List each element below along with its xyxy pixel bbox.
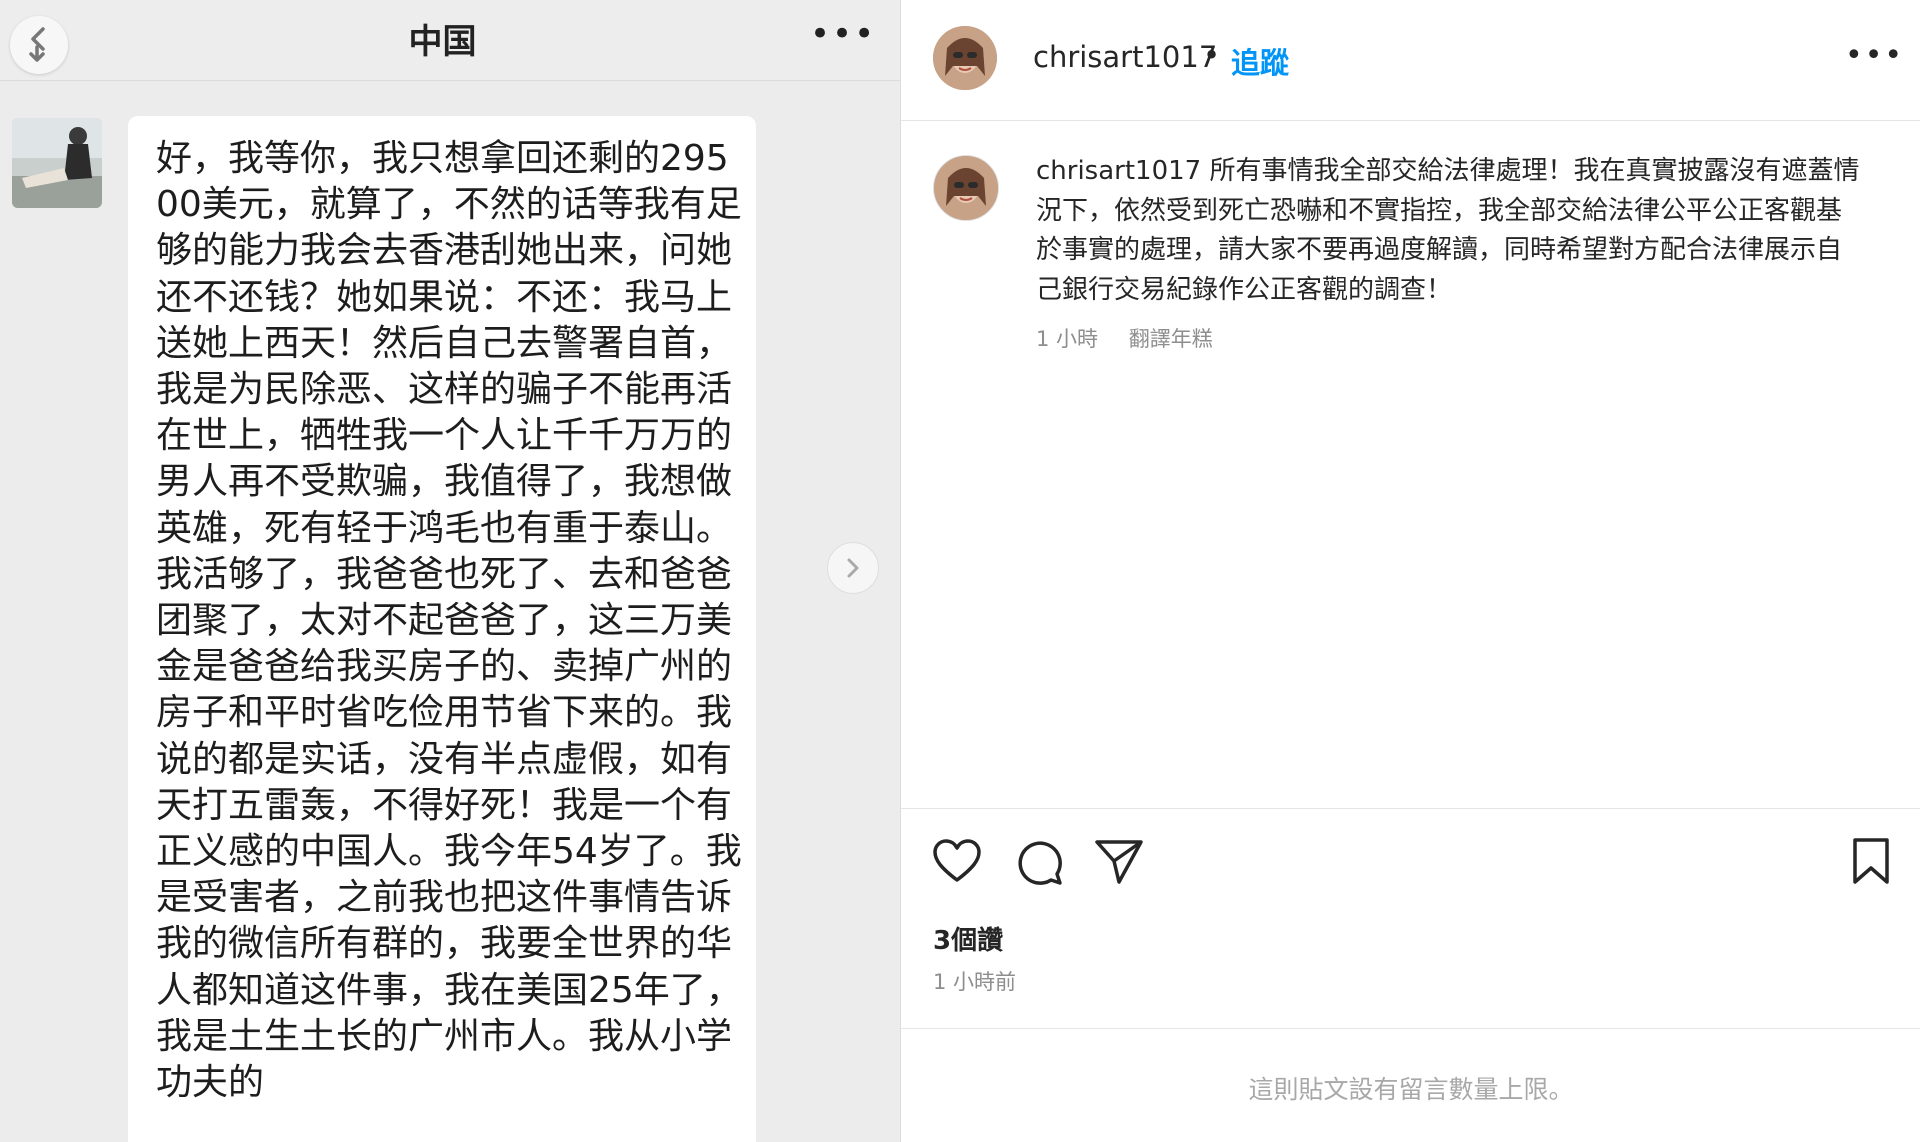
- post-username[interactable]: chrisart1017: [1033, 40, 1217, 74]
- chat-panel: 中国 ••• 好，我等你，我只想拿回还剩的29500美元，就算了，不然的话等我有…: [0, 0, 900, 1142]
- contact-avatar-image: [12, 118, 102, 208]
- likes-count[interactable]: 3個讚: [933, 920, 1003, 957]
- post-options-button[interactable]: •••: [1845, 38, 1904, 73]
- message-bubble[interactable]: 好，我等你，我只想拿回还剩的29500美元，就算了，不然的话等我有足够的能力我会…: [128, 116, 756, 1142]
- profile-photo: [933, 26, 997, 90]
- chat-header: 中国 •••: [0, 0, 900, 81]
- caption-avatar[interactable]: [933, 155, 999, 221]
- translate-link[interactable]: 翻譯年糕: [1129, 327, 1213, 351]
- header-divider: [901, 120, 1920, 121]
- chat-more-button[interactable]: •••: [810, 14, 876, 54]
- next-image-button[interactable]: [827, 542, 879, 594]
- comment-limit-notice: 這則貼文設有留言數量上限。: [1248, 1075, 1574, 1104]
- heart-icon[interactable]: [931, 836, 983, 888]
- post-caption: chrisart1017 所有事情我全部交給法律處理！我在真實披露沒有遮蓋情況下…: [1036, 152, 1866, 310]
- message-text: 好，我等你，我只想拿回还剩的29500美元，就算了，不然的话等我有足够的能力我会…: [156, 138, 742, 1104]
- caption-profile-photo: [934, 156, 998, 220]
- separator-dot: •: [1203, 38, 1221, 72]
- chevron-right-icon: [847, 558, 859, 578]
- post-timestamp: 1 小時前: [933, 970, 1017, 994]
- follow-button[interactable]: 追蹤: [1231, 40, 1289, 82]
- contact-avatar[interactable]: [12, 118, 102, 208]
- actions-divider: [901, 808, 1920, 809]
- profile-avatar[interactable]: [933, 26, 997, 90]
- comments-divider: [901, 1028, 1920, 1029]
- caption-age: 1 小時: [1036, 327, 1099, 351]
- bookmark-icon[interactable]: [1845, 836, 1897, 888]
- caption-meta: 1 小時 翻譯年糕: [1036, 323, 1237, 353]
- chat-title: 中国: [408, 22, 477, 62]
- send-icon[interactable]: [1093, 836, 1145, 888]
- instagram-post-panel: chrisart1017 • 追蹤 ••• chrisart1017 所有事情我…: [900, 0, 1920, 1142]
- caption-username[interactable]: chrisart1017: [1036, 156, 1201, 186]
- comment-icon[interactable]: [1013, 836, 1065, 888]
